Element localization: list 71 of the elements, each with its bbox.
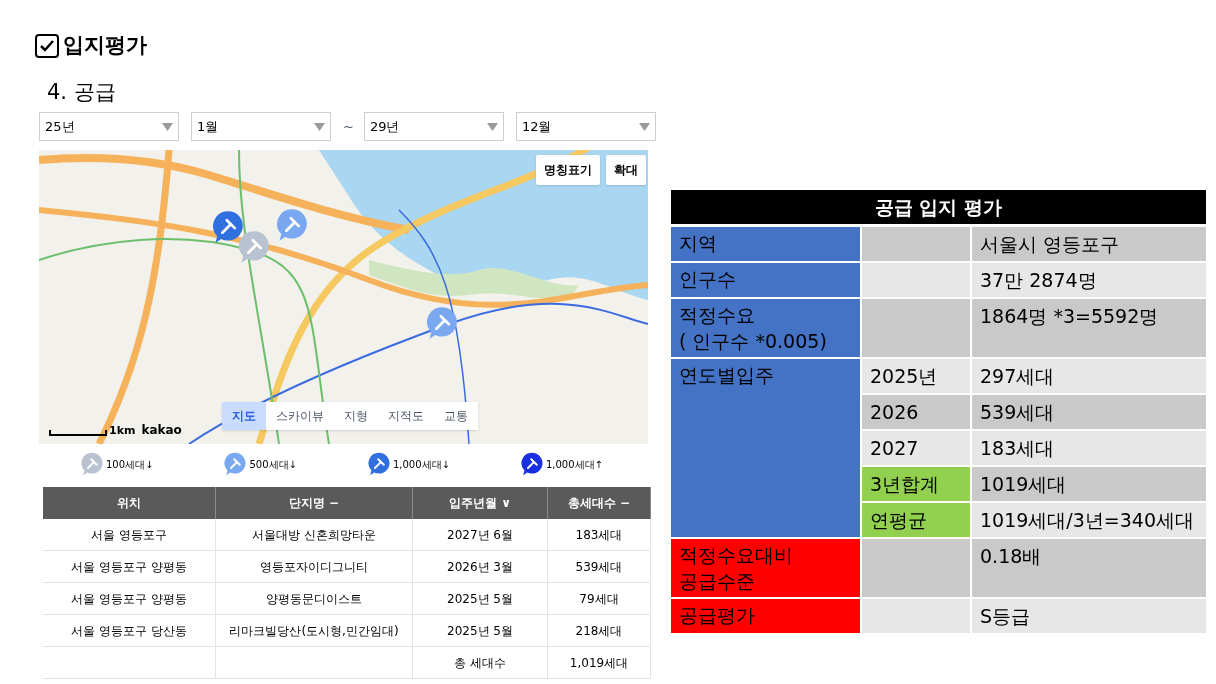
dropdown[interactable]: 25년 — [39, 112, 179, 141]
row-label: 적정수요 ( 인구수 *0.005) — [671, 299, 860, 357]
table-cell: 서울 영등포구 양평동 — [43, 551, 216, 583]
section-heading: 입지평가 — [63, 32, 147, 59]
caret-icon — [638, 122, 650, 131]
table-cell: 서울시 영등포구 — [972, 227, 1206, 261]
caret-icon — [162, 122, 173, 131]
table-cell: 2025년 5월 — [413, 583, 548, 615]
map-button[interactable]: 확대 — [606, 155, 646, 185]
table-cell: 2026년 3월 — [413, 551, 548, 583]
table-cell: 1,019세대 — [548, 647, 651, 679]
table-cell: 1019세대 — [972, 467, 1206, 501]
table-cell: 183세대 — [972, 431, 1206, 465]
map-brand: kakao — [141, 424, 182, 436]
row-label: 지역 — [671, 227, 860, 261]
legend-label: 1,000세대↑ — [545, 457, 603, 472]
table-cell: 1864명 *3=5592명 — [972, 299, 1206, 357]
table-cell: 연평균 — [862, 503, 970, 537]
table-cell: 79세대 — [548, 583, 651, 615]
checkbox[interactable] — [35, 33, 59, 58]
table-cell: 539세대 — [548, 551, 651, 583]
map-type-tab[interactable]: 지형 — [334, 402, 378, 430]
table-cell: 37만 2874명 — [972, 263, 1206, 297]
scale-label: 1km — [109, 425, 136, 436]
check-icon — [39, 38, 55, 53]
table-cell: 3년합계 — [862, 467, 970, 501]
map-type-tab[interactable]: 지적도 — [378, 402, 434, 430]
row-label: 공급평가 — [671, 599, 860, 633]
dropdown[interactable]: 1월 — [191, 112, 331, 141]
table-cell: 총 세대수 — [413, 647, 548, 679]
table-cell: 서울 영등포구 — [43, 519, 216, 551]
map-type-tab[interactable]: 교통 — [434, 402, 478, 430]
table-cell: 0.18배 — [972, 539, 1206, 597]
table-cell: 리마크빌당산(도시형,민간임대) — [216, 615, 413, 647]
map-type-tab[interactable]: 스카이뷰 — [266, 402, 334, 430]
table-cell: 297세대 — [972, 359, 1206, 393]
table-cell: 2026 — [862, 395, 970, 429]
map-button[interactable]: 명칭표기 — [536, 155, 600, 185]
row-label: 연도별입주 — [671, 359, 860, 537]
table-cell: 539세대 — [972, 395, 1206, 429]
table-cell: 2027 — [862, 431, 970, 465]
table-cell: 서울대방 신혼희망타운 — [216, 519, 413, 551]
map-type-tab[interactable]: 지도 — [222, 402, 266, 430]
table-cell: 서울 영등포구 양평동 — [43, 583, 216, 615]
row-label: 적정수요대비 공급수준 — [671, 539, 860, 597]
table-cell: 1019세대/3년=340세대 — [972, 503, 1206, 537]
table-cell: 2025년 5월 — [413, 615, 548, 647]
column-header[interactable]: 총세대수 − — [548, 487, 651, 519]
table-cell: 2025년 — [862, 359, 970, 393]
table-cell: 218세대 — [548, 615, 651, 647]
scale-bar — [49, 430, 107, 436]
subsection-heading: 4. 공급 — [47, 79, 116, 106]
caret-icon — [486, 122, 498, 131]
table-cell: 서울 영등포구 당산동 — [43, 615, 216, 647]
legend-label: 500세대↓ — [249, 457, 297, 472]
legend-label: 1,000세대↓ — [392, 457, 450, 472]
table-cell: 양평동문디이스트 — [216, 583, 413, 615]
table-title: 공급 입지 평가 — [671, 190, 1206, 224]
table-cell: 183세대 — [548, 519, 651, 551]
range-separator: ~ — [343, 117, 354, 136]
table-cell: 영등포자이디그니티 — [216, 551, 413, 583]
table-cell: 2027년 6월 — [413, 519, 548, 551]
table-cell: S등급 — [972, 599, 1206, 633]
row-label: 인구수 — [671, 263, 860, 297]
column-header[interactable]: 단지명 − — [216, 487, 413, 519]
legend-label: 100세대↓ — [106, 457, 154, 472]
column-header[interactable]: 입주년월 ∨ — [413, 487, 548, 519]
column-header[interactable]: 위치 — [43, 487, 216, 519]
dropdown[interactable]: 12월 — [515, 112, 656, 141]
caret-icon — [314, 122, 325, 131]
dropdown[interactable]: 29년 — [363, 112, 504, 141]
